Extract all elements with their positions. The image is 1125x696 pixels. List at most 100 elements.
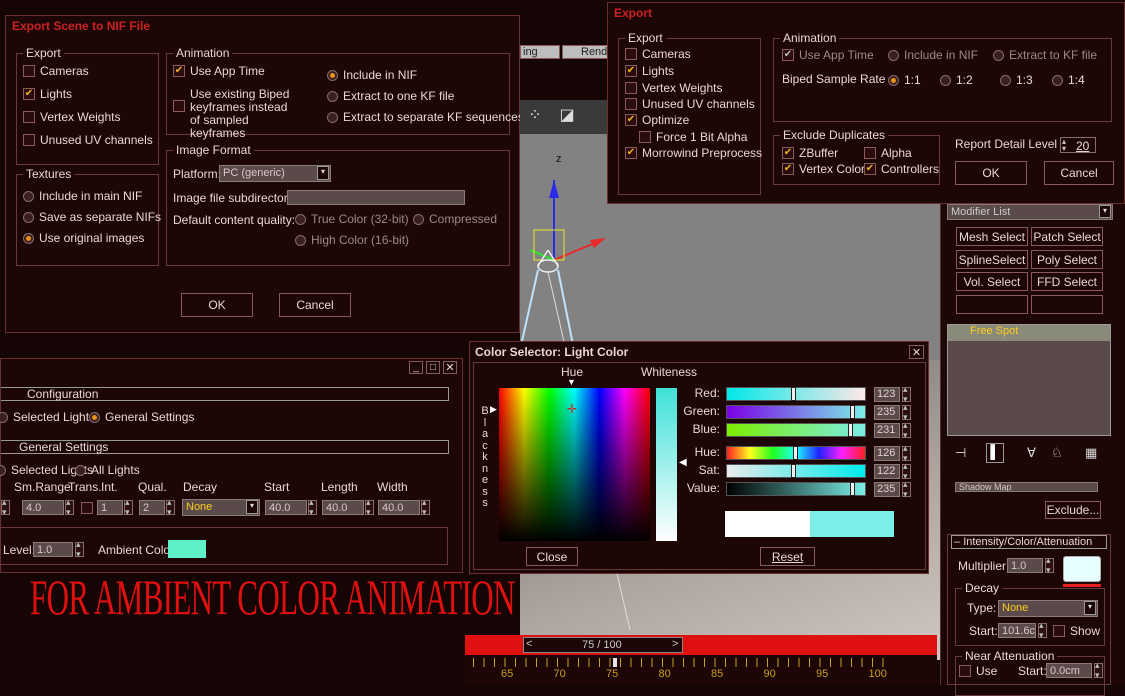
- start-input[interactable]: 40.0: [265, 500, 307, 515]
- chevron-down-icon[interactable]: ▾: [1084, 601, 1096, 615]
- color-slider[interactable]: [726, 405, 866, 419]
- empty-modifier-button[interactable]: [956, 295, 1028, 314]
- nif-lights-checkbox[interactable]: ✔ Lights: [23, 87, 72, 101]
- int-input[interactable]: 1: [97, 500, 123, 515]
- level-spinner[interactable]: [75, 539, 84, 560]
- exclude-zbuffer-checkbox[interactable]: ✔ ZBuffer: [782, 146, 838, 160]
- slider-value[interactable]: 123: [874, 387, 900, 402]
- quality-compressed-radio[interactable]: Compressed: [413, 212, 497, 226]
- nif-include-main-radio[interactable]: Include in main NIF: [23, 189, 142, 203]
- slider-value[interactable]: 235: [874, 405, 900, 420]
- near-use-checkbox[interactable]: Use: [959, 664, 997, 678]
- slider-spinner[interactable]: [902, 384, 911, 405]
- multiplier-input[interactable]: 1.0: [1007, 558, 1043, 573]
- radio-dot[interactable]: [295, 234, 306, 246]
- report-detail-spinner[interactable]: ▴ ▾ 20: [1060, 137, 1096, 153]
- checkbox-box[interactable]: [625, 82, 637, 94]
- multiplier-spinner[interactable]: [1045, 555, 1054, 576]
- decay-start-spinner[interactable]: [1038, 620, 1047, 641]
- modifier-list-dropdown[interactable]: Modifier List ▾: [947, 204, 1113, 220]
- quality-high-color-radio[interactable]: High Color (16-bit): [295, 233, 409, 247]
- slider-spinner[interactable]: [902, 461, 911, 482]
- qual-input[interactable]: 2: [139, 500, 165, 515]
- color-slider[interactable]: [726, 482, 866, 496]
- configure-sets-icon[interactable]: ▦: [1085, 445, 1097, 461]
- chevron-down-icon[interactable]: ▾: [246, 500, 258, 514]
- checkbox-box[interactable]: [173, 100, 185, 112]
- checkbox-box[interactable]: [23, 65, 35, 77]
- nif-extract-separate-kf-radio[interactable]: Extract to separate KF sequences: [327, 110, 524, 124]
- nif-cancel-button[interactable]: Cancel: [279, 293, 351, 317]
- tab-rendering[interactable]: ing: [520, 45, 560, 59]
- export-force-alpha-checkbox[interactable]: Force 1 Bit Alpha: [639, 130, 747, 144]
- track-bar[interactable]: 65 70 75 80 85 90 95 100: [465, 655, 937, 685]
- slider-thumb[interactable]: [791, 387, 796, 401]
- radio-dot[interactable]: [75, 464, 86, 476]
- nif-use-existing-biped-checkbox[interactable]: Use existing Biped keyframes instead of …: [173, 88, 298, 140]
- blackness-pointer-icon[interactable]: ▶: [490, 404, 497, 415]
- general-settings-header[interactable]: General Settings: [1, 440, 449, 454]
- check-icon[interactable]: ✔: [625, 147, 637, 159]
- checkbox-box[interactable]: [864, 147, 876, 159]
- radio-dot[interactable]: [888, 49, 899, 61]
- biped-rate-1-3-radio[interactable]: 1:3: [1000, 73, 1033, 87]
- export-unused-uv-checkbox[interactable]: Unused UV channels: [625, 97, 755, 111]
- level-input[interactable]: 1.0: [33, 542, 73, 557]
- check-icon[interactable]: ✔: [173, 65, 185, 77]
- length-spinner[interactable]: [365, 497, 374, 518]
- export-ok-button[interactable]: OK: [955, 161, 1027, 185]
- eraser-icon[interactable]: ◪: [556, 105, 578, 127]
- modifier-stack[interactable]: Free Spot: [947, 324, 1111, 436]
- biped-rate-1-4-radio[interactable]: 1:4: [1052, 73, 1085, 87]
- slider-value[interactable]: 235: [874, 482, 900, 497]
- slider-spinner[interactable]: [902, 402, 911, 423]
- exclude-vertex-colors-checkbox[interactable]: ✔ Vertex Colors: [782, 162, 871, 176]
- close-icon[interactable]: ✕: [443, 361, 457, 374]
- exclude-controllers-checkbox[interactable]: ✔ Controllers: [864, 162, 939, 176]
- width-input[interactable]: 40.0: [378, 500, 420, 515]
- spinner-arrows-icon[interactable]: ▴ ▾: [1062, 138, 1066, 153]
- exclude-alpha-checkbox[interactable]: Alpha: [864, 146, 912, 160]
- export-cancel-button[interactable]: Cancel: [1044, 161, 1114, 185]
- platform-dropdown[interactable]: PC (generic) ▾: [219, 165, 331, 182]
- qual-spinner[interactable]: [166, 497, 175, 518]
- checkbox-box[interactable]: [959, 665, 971, 677]
- ffd-select-button[interactable]: FFD Select: [1031, 272, 1103, 291]
- export-vertex-weights-checkbox[interactable]: Vertex Weights: [625, 81, 722, 95]
- checkbox-box[interactable]: [23, 134, 35, 146]
- color-slider[interactable]: [726, 423, 866, 437]
- ambient-color-swatch[interactable]: [168, 540, 206, 558]
- hue-blackness-field[interactable]: ✛: [499, 388, 650, 541]
- whiteness-bar[interactable]: [656, 388, 677, 541]
- configuration-header[interactable]: Configuration: [1, 387, 449, 401]
- make-unique-icon[interactable]: ∀: [1027, 445, 1036, 461]
- checkbox-box[interactable]: [23, 111, 35, 123]
- remove-modifier-icon[interactable]: ♘: [1051, 445, 1063, 461]
- selected-lights-radio[interactable]: Selected Lights: [0, 410, 95, 424]
- intensity-header[interactable]: – Intensity/Color/Attenuation: [951, 535, 1107, 549]
- stack-item-free-spot[interactable]: Free Spot: [948, 325, 1110, 341]
- mesh-select-button[interactable]: Mesh Select: [956, 227, 1028, 246]
- vol-select-button[interactable]: Vol. Select: [956, 272, 1028, 291]
- color-slider[interactable]: [726, 446, 866, 460]
- poly-select-button[interactable]: Poly Select: [1031, 250, 1103, 269]
- slider-value[interactable]: 122: [874, 464, 900, 479]
- radio-dot[interactable]: [993, 49, 1004, 61]
- pin-stack-icon[interactable]: ⊣: [955, 445, 966, 461]
- radio-dot[interactable]: [89, 411, 100, 423]
- check-icon[interactable]: ✔: [625, 65, 637, 77]
- slider-thumb[interactable]: [791, 464, 796, 478]
- close-icon[interactable]: ✕: [909, 345, 924, 359]
- int-spinner[interactable]: [124, 497, 133, 518]
- slider-thumb[interactable]: [848, 423, 853, 437]
- nif-extract-one-kf-radio[interactable]: Extract to one KF file: [327, 89, 454, 103]
- slider-thumb[interactable]: [793, 446, 798, 460]
- trans-checkbox[interactable]: [81, 502, 93, 514]
- spline-select-button[interactable]: SplineSelect: [956, 250, 1028, 269]
- all-lights-radio[interactable]: All Lights: [75, 463, 140, 477]
- slider-spinner[interactable]: [902, 443, 911, 464]
- crosshair-icon[interactable]: ✛: [567, 403, 577, 415]
- radio-dot[interactable]: [327, 69, 338, 81]
- radio-dot[interactable]: [0, 411, 8, 423]
- decay-show-checkbox[interactable]: Show: [1053, 624, 1100, 638]
